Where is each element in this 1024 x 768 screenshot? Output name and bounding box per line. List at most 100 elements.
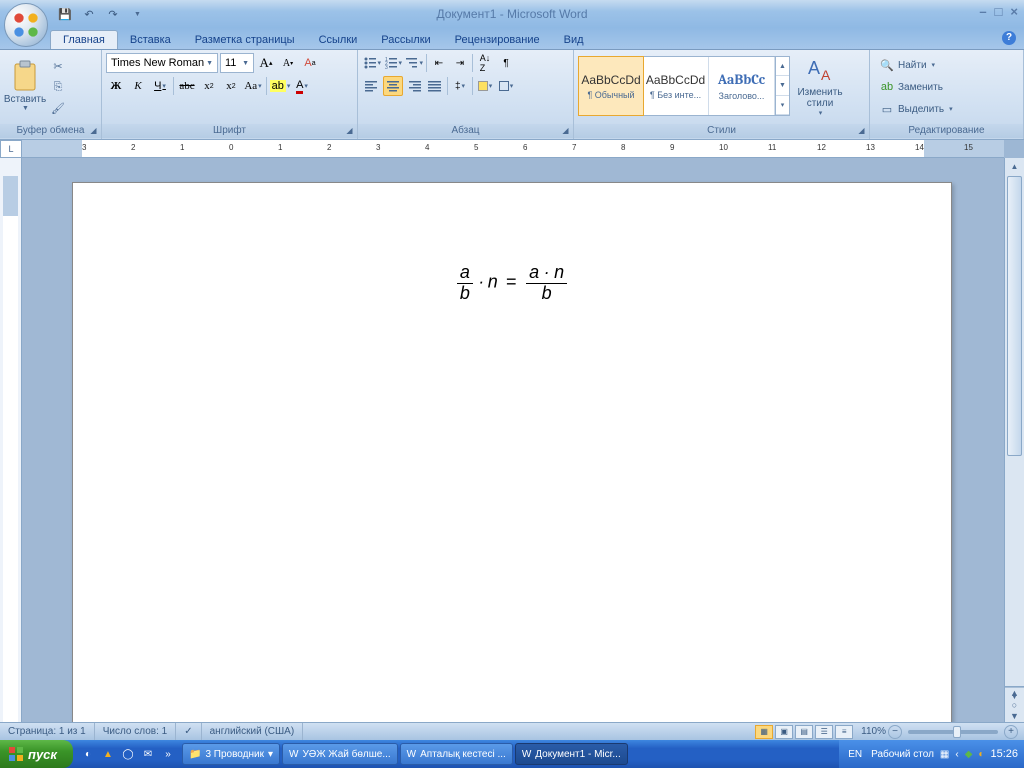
tray-icon-3[interactable]: ◐	[978, 749, 984, 760]
clear-format-button[interactable]: Aa	[300, 53, 320, 73]
change-styles-button[interactable]: AA Изменить стили ▾	[794, 53, 846, 119]
view-outline[interactable]: ☰	[815, 725, 833, 739]
show-marks-button[interactable]: ¶	[496, 53, 516, 73]
indent-decrease-button[interactable]: ⇤	[429, 53, 449, 73]
show-desktop[interactable]: Рабочий стол	[871, 749, 934, 760]
justify-button[interactable]	[425, 76, 445, 96]
replace-button[interactable]: abЗаменить	[876, 77, 1017, 97]
view-web[interactable]: ▤	[795, 725, 813, 739]
strike-button[interactable]: abc	[177, 76, 197, 96]
change-case-button[interactable]: Aa▾	[243, 76, 263, 96]
styles-expand[interactable]: ◢	[856, 126, 867, 137]
highlight-button[interactable]: ab▾	[270, 76, 290, 96]
find-button[interactable]: 🔍Найти▾	[876, 55, 1017, 75]
align-right-button[interactable]	[404, 76, 424, 96]
vertical-scrollbar[interactable]: ▲ ▼ ▲ ○ ▼	[1004, 158, 1024, 722]
zoom-out-button[interactable]: −	[888, 725, 902, 739]
tab-view[interactable]: Вид	[552, 31, 596, 49]
browse-object-button[interactable]: ○	[1005, 699, 1024, 711]
prev-page-button[interactable]: ▲	[1005, 687, 1024, 699]
gallery-up[interactable]: ▲	[776, 57, 789, 76]
tab-mailings[interactable]: Рассылки	[369, 31, 442, 49]
equation[interactable]: ab ∙ n = a ∙ nb	[73, 183, 951, 384]
qat-customize[interactable]: ▼	[126, 3, 148, 25]
ql-icon-3[interactable]: ◯	[119, 745, 137, 763]
tab-review[interactable]: Рецензирование	[443, 31, 552, 49]
format-painter-button[interactable]: 🖌	[48, 99, 68, 117]
line-spacing-button[interactable]: ‡▾	[450, 76, 470, 96]
tab-insert[interactable]: Вставка	[118, 31, 183, 49]
horizontal-ruler[interactable]: 32101234567891011121314151617	[22, 140, 1004, 158]
font-color-button[interactable]: A▾	[292, 76, 312, 96]
status-page[interactable]: Страница: 1 из 1	[0, 723, 95, 740]
tab-home[interactable]: Главная	[50, 30, 118, 49]
scroll-thumb[interactable]	[1007, 176, 1022, 456]
font-size-combo[interactable]: 11▼	[220, 53, 254, 73]
tray-icon-2[interactable]: ◆	[965, 749, 973, 760]
font-name-combo[interactable]: Times New Roman▼	[106, 53, 218, 73]
grow-font-button[interactable]: A▴	[256, 53, 276, 73]
view-print-layout[interactable]: ▦	[755, 725, 773, 739]
font-expand[interactable]: ◢	[344, 126, 355, 137]
tray-icon[interactable]: ▦	[940, 749, 949, 760]
copy-button[interactable]: ⎘	[48, 78, 68, 96]
superscript-button[interactable]: x2	[221, 76, 241, 96]
ql-icon-2[interactable]: ▲	[99, 745, 117, 763]
cut-button[interactable]: ✂	[48, 57, 68, 75]
view-full-screen[interactable]: ▣	[775, 725, 793, 739]
minimize-button[interactable]: –	[979, 4, 986, 19]
styles-gallery[interactable]: AaBbCcDd ¶ Обычный AaBbCcDd ¶ Без инте..…	[578, 56, 790, 116]
clipboard-expand[interactable]: ◢	[88, 126, 99, 137]
ql-icon-1[interactable]: ◐	[79, 745, 97, 763]
style-normal[interactable]: AaBbCcDd ¶ Обычный	[578, 56, 644, 116]
style-no-spacing[interactable]: AaBbCcDd ¶ Без инте...	[643, 57, 709, 115]
underline-button[interactable]: Ч▾	[150, 76, 170, 96]
vertical-ruler[interactable]	[0, 158, 22, 722]
gallery-more[interactable]: ▾	[776, 96, 789, 115]
italic-button[interactable]: К	[128, 76, 148, 96]
taskbar-item-2[interactable]: WАпталық кестесі ...	[400, 743, 513, 765]
numbering-button[interactable]: 123▾	[383, 53, 403, 73]
paragraph-expand[interactable]: ◢	[560, 126, 571, 137]
taskbar-item-3[interactable]: WДокумент1 - Micr...	[515, 743, 628, 765]
undo-button[interactable]: ↶	[78, 3, 100, 25]
close-button[interactable]: ×	[1010, 4, 1018, 19]
tab-selector[interactable]: L	[0, 140, 22, 158]
status-words[interactable]: Число слов: 1	[95, 723, 176, 740]
redo-button[interactable]: ↷	[102, 3, 124, 25]
ql-more[interactable]: »	[159, 745, 177, 763]
document-area[interactable]: ab ∙ n = a ∙ nb	[22, 158, 1004, 722]
status-language[interactable]: английский (США)	[202, 723, 304, 740]
taskbar-item-1[interactable]: WУӘЖ Жай бөлше...	[282, 743, 398, 765]
maximize-button[interactable]: □	[995, 4, 1003, 19]
tab-references[interactable]: Ссылки	[307, 31, 370, 49]
multilevel-button[interactable]: ▾	[404, 53, 424, 73]
status-proof[interactable]: ✓	[176, 723, 201, 740]
sort-button[interactable]: A↓Z	[475, 53, 495, 73]
clock[interactable]: 15:26	[990, 748, 1018, 760]
save-button[interactable]: 💾	[54, 3, 76, 25]
start-button[interactable]: пуск	[0, 740, 73, 768]
gallery-down[interactable]: ▼	[776, 76, 789, 95]
align-center-button[interactable]	[383, 76, 403, 96]
scroll-up[interactable]: ▲	[1005, 158, 1024, 175]
bullets-button[interactable]: ▾	[362, 53, 382, 73]
tab-page-layout[interactable]: Разметка страницы	[183, 31, 307, 49]
style-heading1[interactable]: AaBbCc Заголово...	[709, 57, 775, 115]
select-button[interactable]: ▭Выделить▾	[876, 99, 1017, 119]
align-left-button[interactable]	[362, 76, 382, 96]
language-indicator[interactable]: EN	[845, 748, 865, 761]
ql-icon-4[interactable]: ✉	[139, 745, 157, 763]
subscript-button[interactable]: x2	[199, 76, 219, 96]
zoom-in-button[interactable]: +	[1004, 725, 1018, 739]
borders-button[interactable]: ▾	[496, 76, 516, 96]
zoom-slider[interactable]	[908, 730, 998, 734]
next-page-button[interactable]: ▼	[1005, 710, 1024, 722]
help-icon[interactable]: ?	[1002, 31, 1016, 45]
zoom-level[interactable]: 110%	[861, 726, 886, 737]
shading-button[interactable]: ▾	[475, 76, 495, 96]
taskbar-item-0[interactable]: 📁3 Проводник▾	[182, 743, 280, 765]
office-button[interactable]	[4, 3, 48, 47]
bold-button[interactable]: Ж	[106, 76, 126, 96]
indent-increase-button[interactable]: ⇥	[450, 53, 470, 73]
